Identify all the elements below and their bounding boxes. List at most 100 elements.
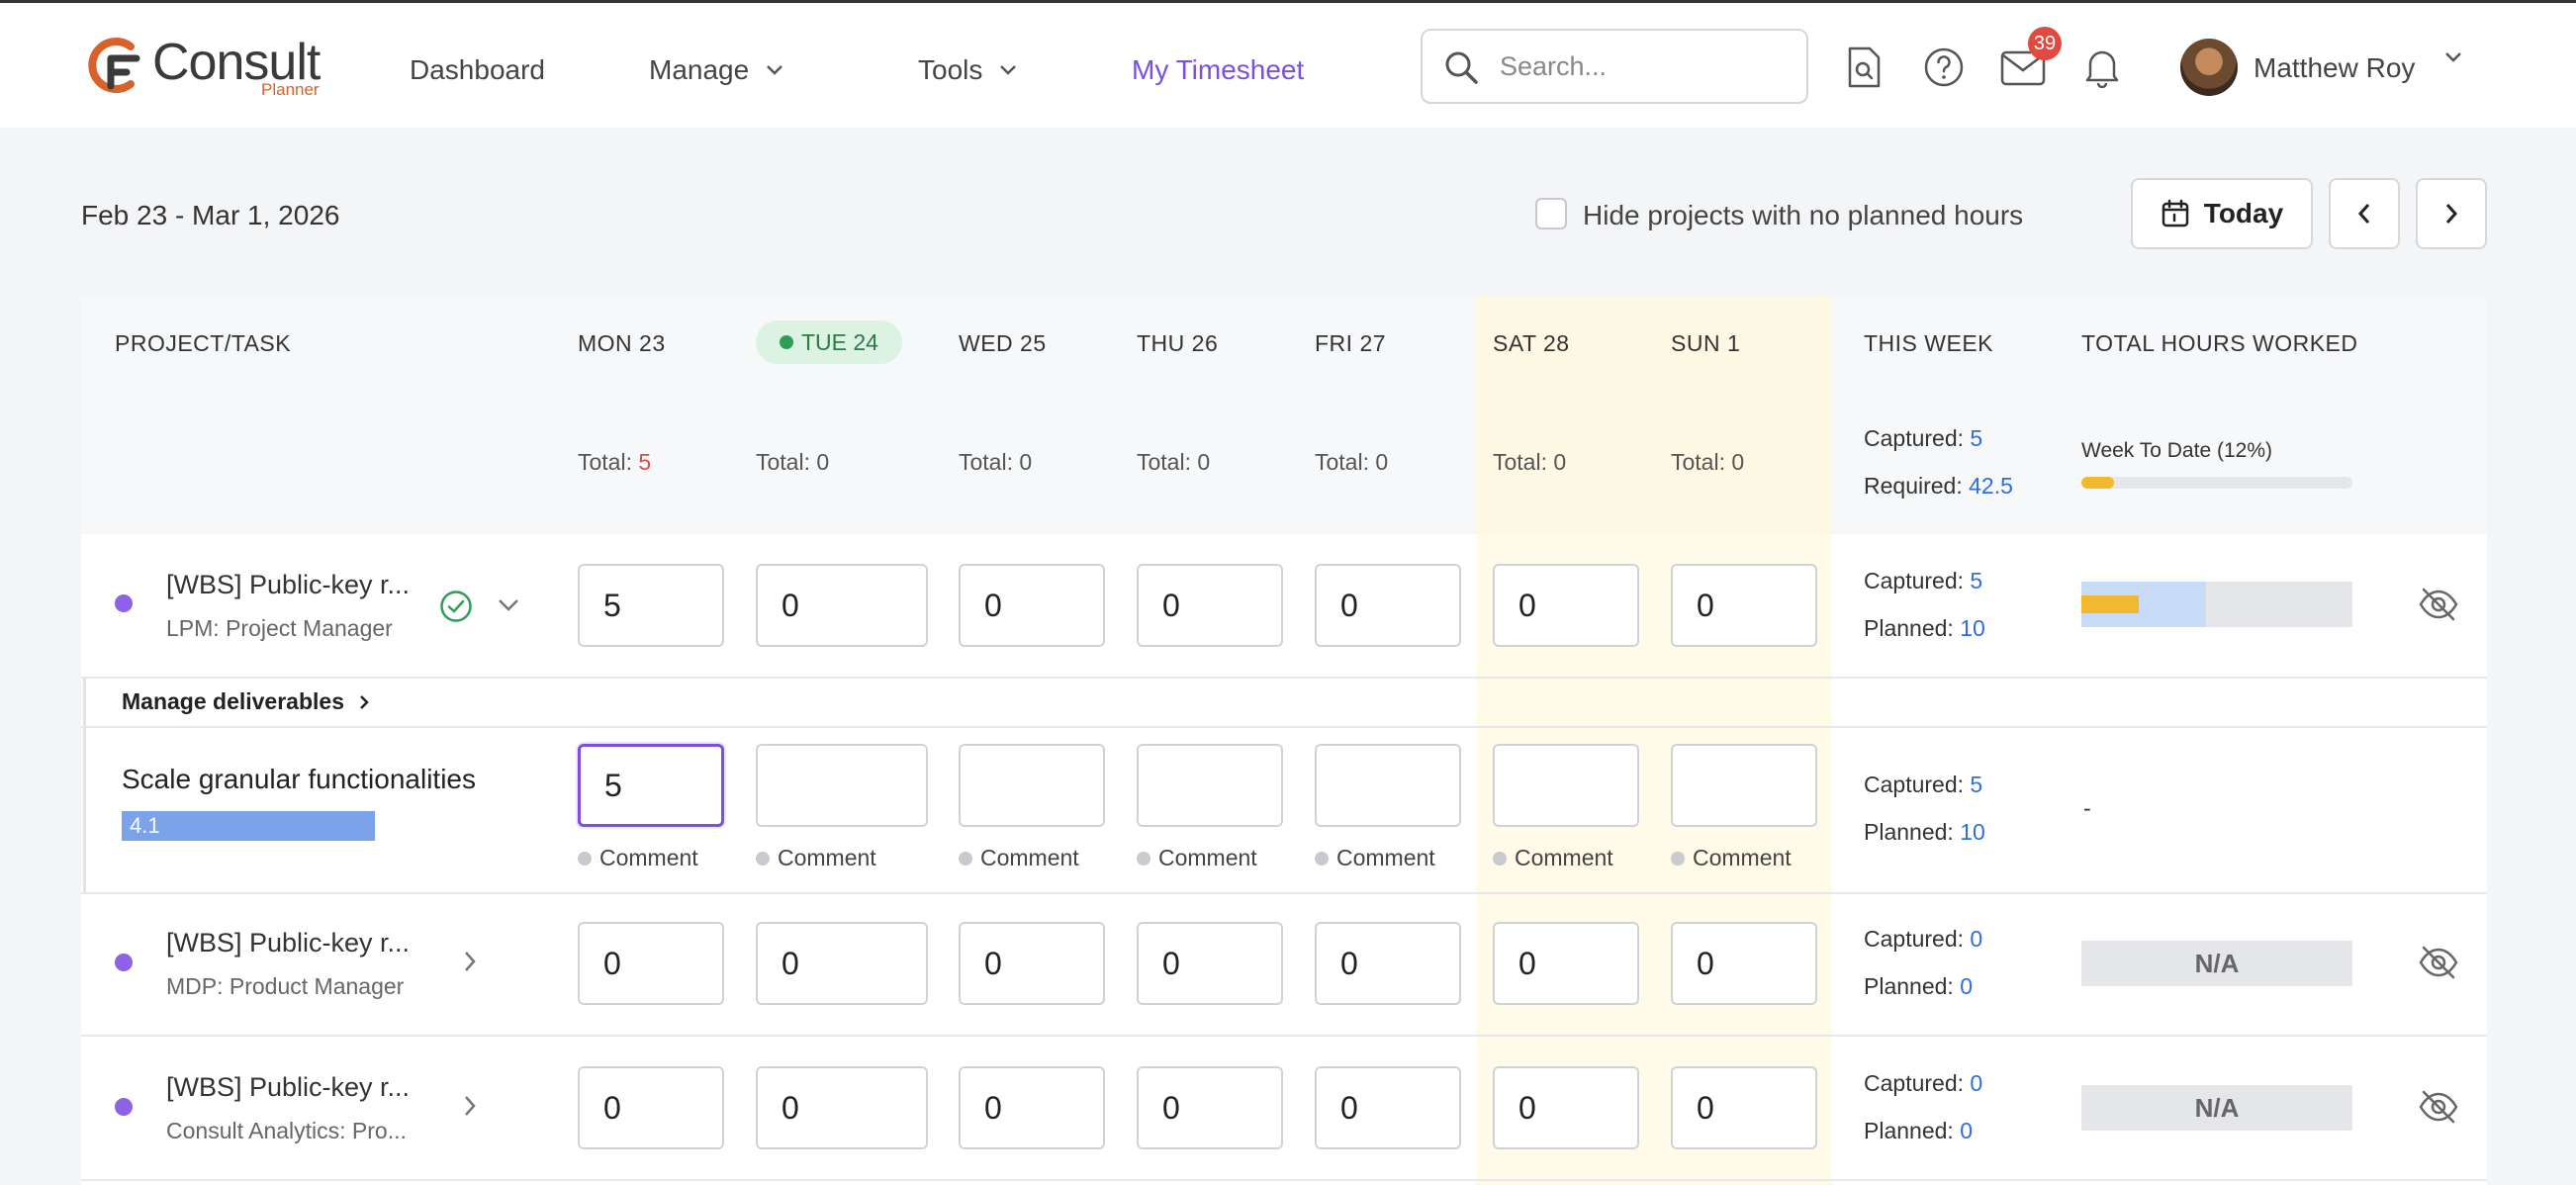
document-search-icon[interactable] — [1846, 46, 1882, 88]
collapse-row-chevron-icon[interactable] — [497, 597, 520, 613]
expand-row-chevron-icon[interactable] — [463, 1094, 477, 1118]
manage-deliverables-row: Manage deliverables — [83, 679, 2487, 728]
hours-input-wed[interactable] — [959, 1066, 1105, 1149]
today-button[interactable]: Today — [2131, 178, 2313, 249]
hours-worked-bar — [2081, 582, 2352, 627]
search-input[interactable] — [1500, 31, 1796, 102]
project-name[interactable]: [WBS] Public-key r... — [166, 928, 410, 958]
hours-input-sat[interactable] — [1493, 1066, 1639, 1149]
task-hours-input-thu[interactable] — [1137, 744, 1283, 827]
comment-toggle-mon[interactable]: Comment — [578, 845, 698, 871]
row-planned: Planned: 10 — [1864, 615, 1985, 641]
hours-worked-na: N/A — [2081, 941, 2352, 986]
hide-row-eye-off-icon[interactable] — [2418, 1090, 2459, 1124]
column-header-sat: SAT 28 — [1493, 330, 1570, 356]
comment-toggle-sun[interactable]: Comment — [1671, 845, 1792, 871]
task-hours-input-fri[interactable] — [1315, 744, 1461, 827]
project-name[interactable]: [WBS] Public-key r... — [166, 570, 410, 600]
project-role: LPM: Project Manager — [166, 615, 393, 641]
avatar[interactable] — [2180, 39, 2238, 96]
hours-input-wed[interactable] — [959, 564, 1105, 647]
hours-input-sat[interactable] — [1493, 922, 1639, 1005]
nav-my-timesheet-label: My Timesheet — [1132, 54, 1305, 85]
hours-input-thu[interactable] — [1137, 564, 1283, 647]
hours-input-fri[interactable] — [1315, 1066, 1461, 1149]
comment-toggle-thu[interactable]: Comment — [1137, 845, 1257, 871]
bell-icon[interactable] — [2083, 46, 2121, 88]
manage-deliverables-link[interactable]: Manage deliverables — [122, 688, 370, 715]
top-navigation-bar: Consult Planner Dashboard Manage Tools M… — [0, 3, 2576, 128]
row-captured: Captured: 0 — [1864, 926, 1983, 952]
logo-subtitle: Planner — [261, 80, 320, 99]
week-date-range: Feb 23 - Mar 1, 2026 — [81, 200, 340, 230]
project-color-dot — [115, 954, 133, 971]
consult-planner-logo[interactable]: Consult Planner — [81, 33, 328, 102]
comment-toggle-sat[interactable]: Comment — [1493, 845, 1613, 871]
previous-week-button[interactable] — [2329, 178, 2400, 249]
row-captured: Captured: 0 — [1864, 1070, 1983, 1096]
day-total-sat: Total: 0 — [1493, 449, 1567, 475]
project-color-dot — [115, 1098, 133, 1116]
hide-projects-label[interactable]: Hide projects with no planned hours — [1583, 200, 2023, 231]
hours-input-sat[interactable] — [1493, 564, 1639, 647]
today-column-pill: TUE 24 — [756, 320, 902, 364]
hours-input-thu[interactable] — [1137, 1066, 1283, 1149]
nav-manage-label: Manage — [649, 54, 750, 85]
task-hours-input-sun[interactable] — [1671, 744, 1817, 827]
hours-input-tue[interactable] — [756, 1066, 928, 1149]
approved-check-icon — [440, 591, 472, 622]
day-total-mon: Total: 5 — [578, 449, 652, 475]
row-divider — [81, 892, 2487, 894]
hours-input-sun[interactable] — [1671, 922, 1817, 1005]
next-week-button[interactable] — [2416, 178, 2487, 249]
user-name[interactable]: Matthew Roy — [2254, 52, 2415, 84]
hours-input-thu[interactable] — [1137, 922, 1283, 1005]
help-icon[interactable] — [1923, 46, 1965, 88]
comment-toggle-fri[interactable]: Comment — [1315, 845, 1435, 871]
nav-manage[interactable]: Manage — [649, 54, 784, 86]
hours-input-wed[interactable] — [959, 922, 1105, 1005]
comment-status-dot — [1315, 851, 1329, 866]
task-hours-input-tue[interactable] — [756, 744, 928, 827]
task-hours-input-mon[interactable] — [578, 744, 724, 827]
hours-input-mon[interactable] — [578, 922, 724, 1005]
hide-projects-checkbox[interactable] — [1535, 198, 1567, 229]
task-hours-input-wed[interactable] — [959, 744, 1105, 827]
chevron-down-icon[interactable] — [2443, 50, 2463, 64]
comment-status-dot — [756, 851, 770, 866]
nav-my-timesheet[interactable]: My Timesheet — [1132, 54, 1304, 86]
hours-input-tue[interactable] — [756, 564, 928, 647]
hours-input-fri[interactable] — [1315, 922, 1461, 1005]
manage-deliverables-label: Manage deliverables — [122, 688, 344, 714]
comment-toggle-tue[interactable]: Comment — [756, 845, 876, 871]
today-button-label: Today — [2203, 198, 2284, 228]
summary-captured: Captured: 5 — [1864, 425, 1983, 451]
hours-input-tue[interactable] — [756, 922, 928, 1005]
task-hours-input-sat[interactable] — [1493, 744, 1639, 827]
nav-tools[interactable]: Tools — [918, 54, 1018, 86]
search-box — [1421, 29, 1808, 104]
project-name[interactable]: [WBS] Public-key r... — [166, 1072, 410, 1103]
chevron-right-icon — [360, 694, 369, 709]
today-dot-icon — [780, 335, 793, 349]
column-header-mon: MON 23 — [578, 330, 666, 356]
hours-input-sun[interactable] — [1671, 564, 1817, 647]
column-header-this-week: THIS WEEK — [1864, 330, 1994, 356]
row-planned: Planned: 0 — [1864, 973, 1973, 999]
nav-tools-label: Tools — [918, 54, 983, 85]
nav-dashboard[interactable]: Dashboard — [410, 54, 545, 86]
hide-row-eye-off-icon[interactable] — [2418, 946, 2459, 979]
hide-row-eye-off-icon[interactable] — [2418, 588, 2459, 621]
hours-input-sun[interactable] — [1671, 1066, 1817, 1149]
nav-dashboard-label: Dashboard — [410, 54, 545, 85]
project-role: Consult Analytics: Pro... — [166, 1118, 407, 1143]
row-divider — [81, 1035, 2487, 1037]
row-planned: Planned: 0 — [1864, 1118, 1973, 1143]
comment-status-dot — [1493, 851, 1507, 866]
expand-row-chevron-icon[interactable] — [463, 950, 477, 973]
comment-status-dot — [1671, 851, 1685, 866]
hours-input-mon[interactable] — [578, 564, 724, 647]
hours-input-mon[interactable] — [578, 1066, 724, 1149]
comment-toggle-wed[interactable]: Comment — [959, 845, 1079, 871]
hours-input-fri[interactable] — [1315, 564, 1461, 647]
